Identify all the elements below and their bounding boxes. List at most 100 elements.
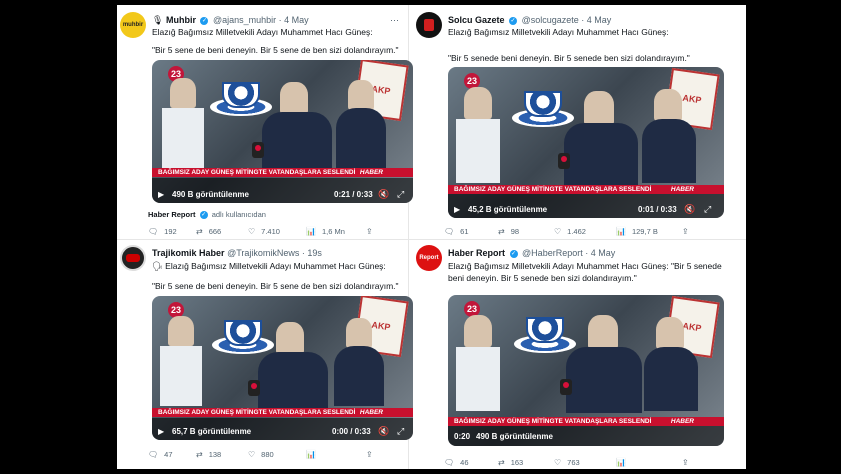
tea-cup [222,82,260,108]
verified-icon: ✓ [509,16,518,25]
volume-icon[interactable]: 🔇 [378,426,389,437]
volume-icon[interactable]: 🔇 [378,189,389,200]
person-body-right [642,119,696,183]
reply-button[interactable]: 🗨 192 [148,227,177,236]
speaker-head [280,82,308,114]
verified-icon: ✓ [200,16,209,25]
tweet-text-line1: 🗣 Elazığ Bağımsız Milletvekili Adayı Muh… [152,260,402,272]
more-icon[interactable]: ⋯ [390,15,419,26]
share-button[interactable]: ⇪ [682,458,695,467]
video-controls: ▶ 65,7 B görüntülenme 0:00 / 0:33 🔇 ⤢ [152,418,413,440]
share-button[interactable]: ⇪ [366,450,379,459]
person-head-right [656,317,684,349]
tea-cup [224,320,262,346]
verified-icon: ✓ [199,211,208,220]
author-handle[interactable]: @solcugazete [522,15,579,25]
speaker-suit [262,112,332,172]
like-button[interactable]: ♡ 763 [554,458,580,467]
views-button[interactable]: 📊 129,7 B [616,227,658,236]
tweet-solcu-gazete[interactable]: Solcu Gazete ✓ @solcugazete · 4 May Elaz… [416,12,736,237]
avatar[interactable] [416,12,442,38]
tweet-date[interactable]: 4 May [284,15,309,25]
news-banner: BAĞIMSIZ ADAY GÜNEŞ MİTİNGTE VATANDAŞLAR… [152,408,413,417]
author-handle[interactable]: @ajans_muhbir [213,15,276,25]
heart-icon: ♡ [248,450,256,459]
like-count: 763 [567,458,580,467]
tweet-actions: 🗨 47 ⇄ 138 ♡ 880 📊 ⇪ [148,450,408,460]
like-count: 7.410 [261,227,280,236]
views-icon: 📊 [616,458,626,467]
retweet-button[interactable]: ⇄ 666 [196,227,221,236]
play-icon[interactable]: ▶ [158,427,164,436]
tweet-text-line2: "Bir 5 sene de beni deneyin. Bir 5 sene … [152,45,399,55]
retweet-count: 163 [510,458,524,467]
like-button[interactable]: ♡ 7.410 [248,227,280,236]
tweet-haber-report[interactable]: Report Haber Report ✓ @HaberReport · 4 M… [416,245,736,467]
video-player[interactable]: 23 AKP BAĞIMSIZ ADAY GÜNEŞ MİTİNGTE VATA… [152,296,413,440]
fullscreen-icon[interactable]: ⤢ [397,426,404,437]
like-button[interactable]: ♡ 880 [248,450,274,459]
video-player[interactable]: 23 AKP BAĞIMSIZ ADAY GÜNEŞ MİTİNGTE VATA… [152,60,413,203]
author-name[interactable]: Trajikomik Haber [152,248,225,258]
source-attribution[interactable]: Haber Report ✓ adlı kullanıcıdan [148,210,266,220]
avatar[interactable]: muhbir [120,12,146,38]
avatar[interactable]: Report [416,245,442,271]
volume-icon[interactable]: 🔇 [684,204,695,215]
author-handle[interactable]: @TrajikomikNews [227,248,299,258]
tweet-muhbir[interactable]: muhbir 🎙 Muhbir ✓ @ajans_muhbir · 4 May … [120,12,413,237]
author-handle[interactable]: @HaberReport [522,248,583,258]
fullscreen-icon[interactable]: ⤢ [397,189,404,200]
retweet-icon: ⇄ [498,227,505,236]
verified-icon: ✓ [509,249,518,258]
reply-icon: 🗨 [444,227,455,236]
share-button[interactable]: ⇪ [682,227,695,236]
tea-cup [524,91,562,117]
views-button[interactable]: 📊 [306,450,322,459]
heart-icon: ♡ [554,458,562,467]
play-icon[interactable]: ▶ [158,190,164,199]
views-button[interactable]: 📊 1,6 Mn [306,227,345,236]
share-icon: ⇪ [366,227,373,236]
play-icon[interactable]: ▶ [454,205,460,214]
person-body-left [456,119,500,183]
timeline-panel: muhbir 🎙 Muhbir ✓ @ajans_muhbir · 4 May … [117,5,746,469]
views-button[interactable]: 📊 [616,458,632,467]
author-name[interactable]: Muhbir [166,15,196,25]
haber-label: HABER [670,186,694,193]
avatar[interactable] [120,245,146,271]
tweet-date[interactable]: 4 May [587,15,612,25]
retweet-button[interactable]: ⇄ 138 [196,450,221,459]
like-button[interactable]: ♡ 1.462 [554,227,586,236]
fullscreen-icon[interactable]: ⤢ [704,204,711,215]
tweet-date[interactable]: 4 May [591,248,616,258]
reply-icon: 🗨 [444,458,455,467]
author-name[interactable]: Haber Report [448,248,505,258]
reply-button[interactable]: 🗨 47 [148,450,173,459]
video-controls: ▶ 45,2 B görüntülenme 0:01 / 0:33 🔇 ⤢ [448,194,724,218]
video-time: 0:21 / 0:33 [334,190,373,199]
person-head-left [464,87,492,119]
reply-button[interactable]: 🗨 46 [444,458,469,467]
reply-icon: 🗨 [148,450,159,459]
video-player[interactable]: 23 AKP BAĞIMSIZ ADAY GÜNEŞ MİTİNGTE VATA… [448,67,724,218]
news-banner-text: BAĞIMSIZ ADAY GÜNEŞ MİTİNGTE VATANDAŞLAR… [158,409,356,416]
reply-button[interactable]: 🗨 61 [444,227,469,236]
news-banner: BAĞIMSIZ ADAY GÜNEŞ MİTİNGTE VATANDAŞLAR… [152,168,413,177]
retweet-button[interactable]: ⇄ 163 [498,458,523,467]
row-divider-left [117,239,408,240]
tweet-header: Solcu Gazete ✓ @solcugazete · 4 May [448,15,612,25]
mic-icon: 🎙 [152,15,164,25]
share-button[interactable]: ⇪ [366,227,379,236]
author-name[interactable]: Solcu Gazete [448,15,505,25]
haber-label: HABER [359,409,383,416]
video-player[interactable]: 23 AKP BAĞIMSIZ ADAY GÜNEŞ MİTİNGTE VATA… [448,295,724,446]
retweet-button[interactable]: ⇄ 98 [498,227,519,236]
video-controls: ▶ 490 B görüntülenme 0:21 / 0:33 🔇 ⤢ [152,178,413,203]
video-time: 0:20 [454,432,471,441]
person-body-right [644,347,698,411]
speaker-head [276,322,304,354]
tweet-trajikomik-haber[interactable]: Trajikomik Haber @TrajikomikNews · 19s 🗣… [120,245,413,465]
tweet-date[interactable]: 19s [307,248,322,258]
retweet-icon: ⇄ [196,227,203,236]
news-banner: BAĞIMSIZ ADAY GÜNEŞ MİTİNGTE VATANDAŞLAR… [448,185,724,194]
